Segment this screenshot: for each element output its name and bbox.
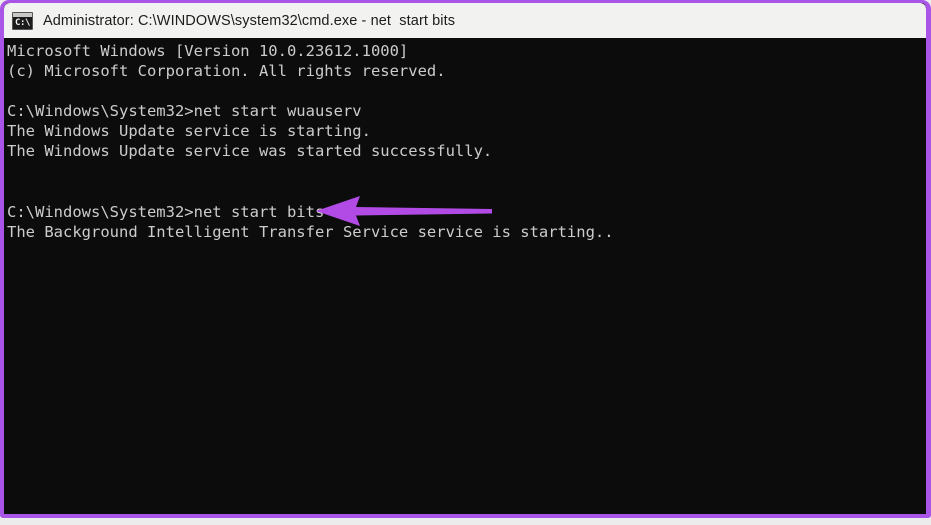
cmd-icon-prompt-glyph: C:\. — [15, 17, 32, 28]
window-title-text: Administrator: C:\WINDOWS\system32\cmd.e… — [43, 12, 456, 29]
cmd-console-icon: C:\. — [12, 11, 33, 30]
terminal-text: Microsoft Windows [Version 10.0.23612.10… — [7, 42, 614, 241]
window-title-bar[interactable]: C:\. Administrator: C:\WINDOWS\system32\… — [4, 3, 926, 38]
screenshot-root: C:\. Administrator: C:\WINDOWS\system32\… — [0, 0, 931, 525]
cmd-icon-titlebar-stripe — [13, 12, 32, 17]
terminal-output-area[interactable]: Microsoft Windows [Version 10.0.23612.10… — [4, 38, 926, 514]
command-prompt-window[interactable]: C:\. Administrator: C:\WINDOWS\system32\… — [0, 0, 931, 518]
